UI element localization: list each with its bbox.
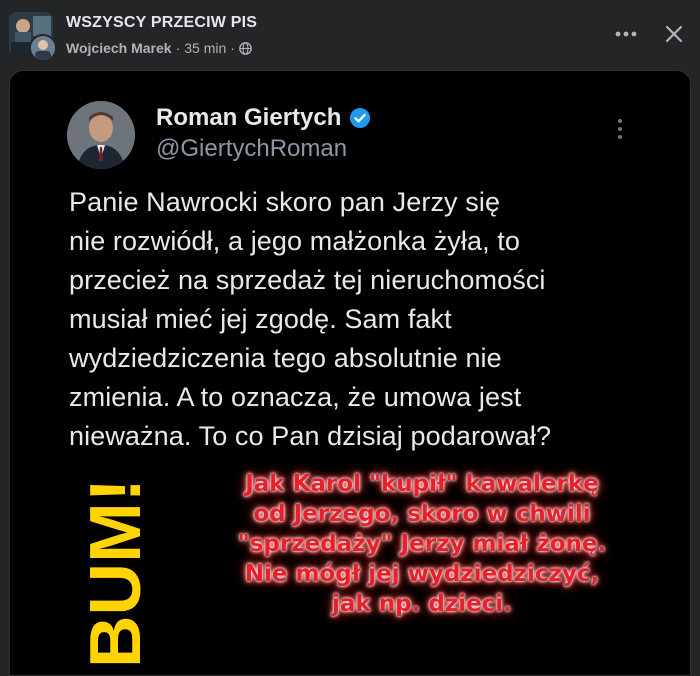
tweet-author-handle: @GiertychRoman xyxy=(156,135,348,162)
tweet-author-name-text: Roman Giertych xyxy=(156,104,342,131)
author-avatar[interactable] xyxy=(29,34,57,62)
close-button[interactable] xyxy=(656,16,692,52)
tweet-more-icon xyxy=(610,115,630,143)
meta-separator-2: · xyxy=(230,40,235,56)
meta-separator: · xyxy=(175,40,181,56)
group-name[interactable]: WSZYSCY PRZECIW PIS xyxy=(66,14,257,32)
post-header: WSZYSCY PRZECIW PIS Wojciech Marek · 35 … xyxy=(0,0,700,68)
tweet-author-avatar xyxy=(67,101,135,169)
globe-icon xyxy=(239,41,252,55)
red-caption: Jak Karol "kupił" kawalerkę od Jerzego, … xyxy=(237,471,607,617)
verified-badge-icon xyxy=(349,107,371,129)
post-image[interactable]: Roman Giertych @GiertychRoman Panie Nawr… xyxy=(9,70,691,676)
post-meta: Wojciech Marek · 35 min · xyxy=(66,40,252,56)
bum-text: BUM! xyxy=(76,478,156,668)
close-icon xyxy=(665,25,683,43)
post-time[interactable]: 35 min xyxy=(184,40,226,56)
more-options-button[interactable] xyxy=(608,18,644,50)
tweet-author-name: Roman Giertych xyxy=(156,104,371,132)
tweet-text: Panie Nawrocki skoro pan Jerzy się nie r… xyxy=(69,187,552,451)
bum-overlay: BUM! xyxy=(76,478,156,668)
more-horizontal-icon xyxy=(615,31,637,37)
author-name[interactable]: Wojciech Marek xyxy=(66,40,172,56)
